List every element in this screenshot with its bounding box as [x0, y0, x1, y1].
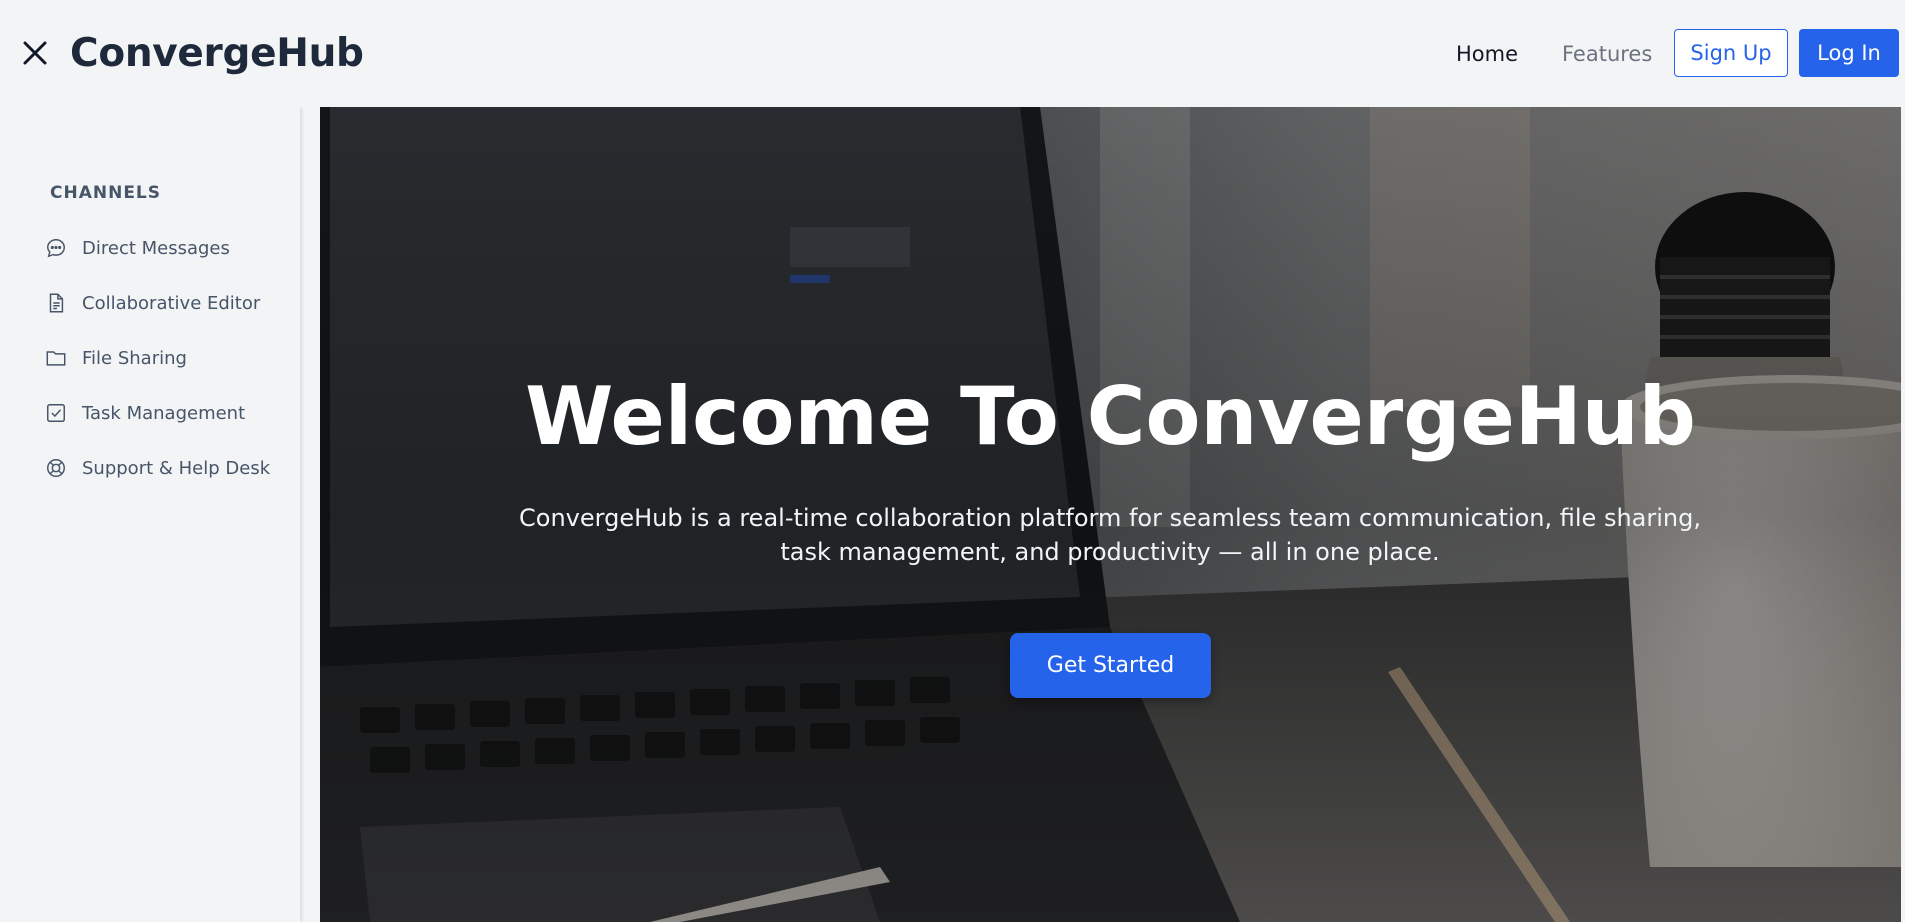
sidebar-item-task-management[interactable]: Task Management — [44, 396, 245, 430]
sidebar-heading: CHANNELS — [50, 183, 162, 203]
sign-up-button[interactable]: Sign Up — [1674, 29, 1788, 77]
sidebar-item-label: Direct Messages — [82, 237, 230, 259]
sidebar-item-file-sharing[interactable]: File Sharing — [44, 341, 187, 375]
sidebar-item-label: Collaborative Editor — [82, 292, 261, 314]
document-icon — [44, 291, 68, 315]
sidebar-item-collaborative-editor[interactable]: Collaborative Editor — [44, 286, 260, 320]
nav-home-link[interactable]: Home — [1456, 40, 1518, 68]
sidebar-item-label: File Sharing — [82, 347, 187, 369]
sidebar-item-label: Task Management — [82, 402, 246, 424]
hero-section: Welcome To ConvergeHub ConvergeHub is a … — [320, 107, 1901, 922]
hero-description: ConvergeHub is a real-time collaboration… — [519, 504, 1701, 566]
nav-features-link[interactable]: Features — [1562, 40, 1652, 68]
lifebuoy-icon — [44, 456, 68, 480]
sidebar: CHANNELS Direct Messages Collaborative E… — [0, 107, 300, 922]
hero-title: Welcome To ConvergeHub — [525, 370, 1696, 463]
top-header: ConvergeHub Home Features Sign Up Log In — [0, 0, 1905, 107]
sidebar-item-label: Support & Help Desk — [82, 457, 271, 479]
sidebar-item-support-help-desk[interactable]: Support & Help Desk — [44, 451, 270, 485]
close-icon[interactable] — [18, 36, 52, 70]
chat-bubble-icon — [44, 236, 68, 260]
get-started-button[interactable]: Get Started — [1010, 633, 1211, 698]
sidebar-item-direct-messages[interactable]: Direct Messages — [44, 231, 230, 265]
log-in-button[interactable]: Log In — [1799, 29, 1899, 77]
brand-title[interactable]: ConvergeHub — [70, 28, 364, 80]
checkbox-icon — [44, 401, 68, 425]
folder-icon — [44, 346, 68, 370]
